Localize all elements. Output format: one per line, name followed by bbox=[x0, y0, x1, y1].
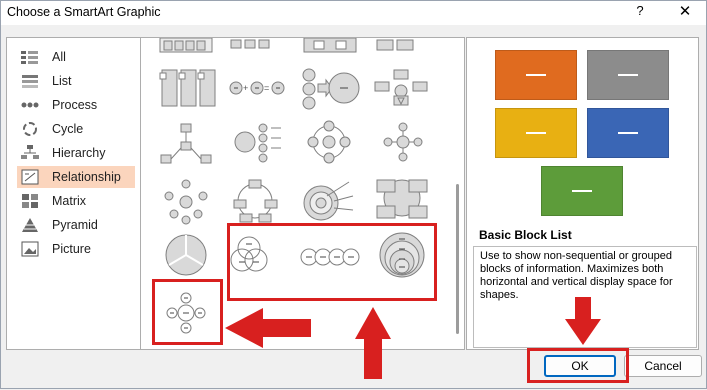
annotation-arrows bbox=[225, 297, 601, 379]
annotation-arrow-down bbox=[565, 297, 601, 345]
annotation-arrow-left bbox=[225, 308, 311, 348]
smartart-dialog: Choose a SmartArt Graphic ? ✕ All List P… bbox=[0, 0, 707, 389]
annotation-arrow-up bbox=[355, 307, 391, 379]
